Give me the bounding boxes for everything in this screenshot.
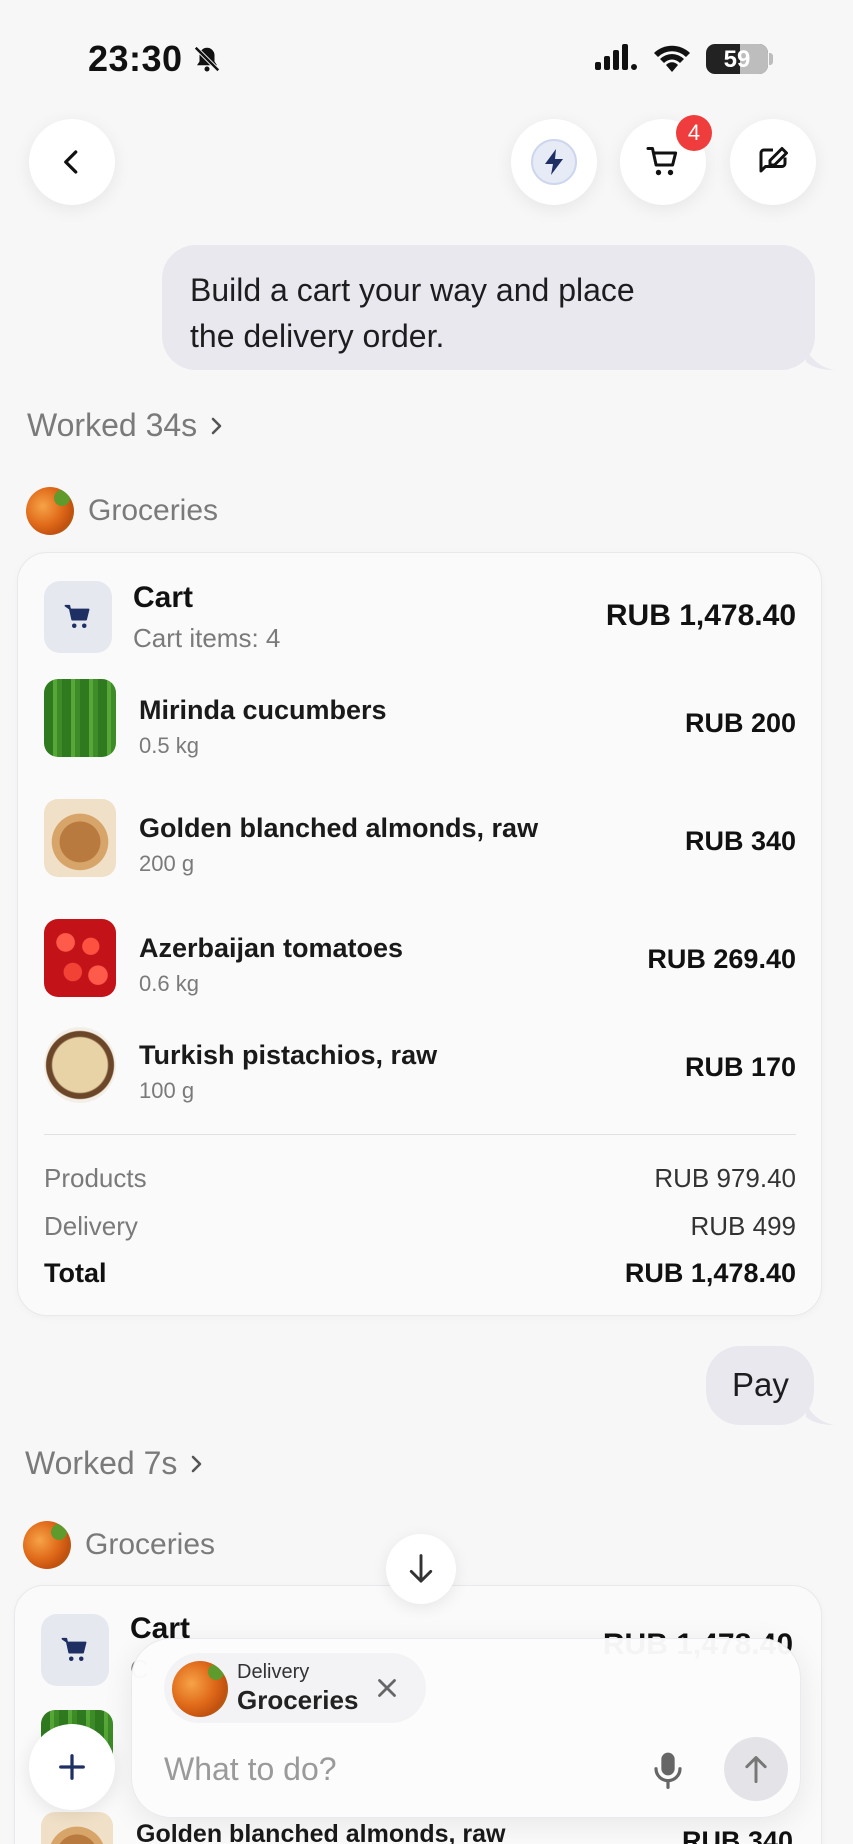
source-label: Groceries (85, 1528, 216, 1561)
battery-icon: 59 (706, 44, 768, 74)
status-bar: 23:30 59 (0, 0, 853, 110)
status-time: 23:30 (88, 38, 183, 79)
source-label: Groceries (88, 494, 219, 527)
scroll-down-button[interactable] (386, 1534, 456, 1604)
arrow-up-icon (745, 1756, 767, 1784)
item-price: RUB 340 (681, 1826, 793, 1844)
cucumbers-image (44, 679, 116, 757)
cart-card-icon (44, 581, 112, 653)
bell-muted-icon (194, 46, 220, 72)
tomatoes-image (44, 919, 116, 997)
bubble-tail (806, 348, 834, 370)
cart-card: Cart Cart items: 4 RUB 1,478.40 Mirinda … (17, 552, 822, 1316)
edit-icon (759, 147, 788, 173)
send-button[interactable] (724, 1737, 788, 1801)
item-qty: 200 g (139, 851, 195, 876)
item-qty: 100 g (139, 1078, 195, 1103)
chip-caption: Delivery (237, 1661, 310, 1683)
total-label: Total (44, 1258, 107, 1288)
worked-summary[interactable]: Worked 7s (25, 1445, 207, 1482)
user-message: Build a cart your way and place the deli… (162, 245, 815, 370)
lightning-icon (545, 149, 563, 175)
bubble-tail (806, 1403, 834, 1425)
message-input[interactable]: What to do? (164, 1751, 337, 1788)
quick-action-button[interactable] (511, 119, 597, 205)
delivery-label: Delivery (44, 1211, 138, 1241)
microphone-icon[interactable] (652, 1750, 684, 1790)
cart-count-badge: 4 (676, 115, 712, 151)
close-icon[interactable] (372, 1673, 402, 1703)
cart-icon (646, 147, 678, 176)
chevron-right-icon (211, 417, 222, 434)
item-qty: 0.5 kg (139, 733, 199, 758)
item-price: RUB 200 (684, 708, 796, 738)
composer: Delivery Groceries What to do? (131, 1638, 801, 1818)
cart-icon (64, 604, 90, 628)
arrow-down-icon (409, 1554, 433, 1583)
cart-card-icon (41, 1614, 109, 1686)
item-price: RUB 269.40 (647, 944, 796, 974)
context-chip[interactable]: Delivery Groceries (164, 1653, 426, 1723)
back-button[interactable] (29, 119, 115, 205)
item-price: RUB 170 (684, 1052, 796, 1082)
chevron-right-icon (192, 1455, 202, 1472)
divider (44, 1134, 796, 1135)
products-label: Products (44, 1163, 147, 1193)
item-name: Azerbaijan tomatoes (139, 933, 404, 963)
groceries-source: Groceries (26, 487, 218, 535)
almonds-image (44, 799, 116, 877)
battery-level: 59 (723, 46, 751, 73)
almonds-image (41, 1812, 113, 1844)
chevron-left-icon (64, 150, 78, 174)
pistachios-image (44, 1027, 116, 1103)
plus-icon (59, 1754, 85, 1780)
groceries-avatar (172, 1661, 228, 1717)
worked-label: Worked 34s (27, 407, 198, 443)
worked-label: Worked 7s (25, 1445, 178, 1481)
total-value: RUB 1,478.40 (624, 1258, 796, 1288)
signal-icon (595, 44, 637, 70)
chip-title: Groceries (237, 1685, 359, 1715)
groceries-avatar (23, 1521, 71, 1569)
item-price: RUB 340 (684, 826, 796, 856)
item-qty: 0.6 kg (139, 971, 199, 996)
cart-title: Cart (133, 581, 194, 614)
add-button[interactable] (29, 1724, 115, 1810)
cart-subtitle: Cart items: 4 (133, 623, 281, 653)
worked-summary[interactable]: Worked 34s (27, 407, 227, 444)
cart-total: RUB 1,478.40 (605, 599, 796, 632)
wifi-icon (654, 45, 690, 72)
groceries-avatar (26, 487, 74, 535)
user-message: Pay (706, 1346, 814, 1425)
products-value: RUB 979.40 (654, 1163, 796, 1193)
item-name: Golden blanched almonds, raw (139, 813, 539, 843)
item-name: Turkish pistachios, raw (139, 1040, 438, 1070)
new-chat-button[interactable] (730, 119, 816, 205)
user-message-line: Build a cart your way and place (190, 272, 635, 308)
groceries-source: Groceries (23, 1521, 215, 1569)
delivery-value: RUB 499 (690, 1211, 797, 1241)
item-name: Mirinda cucumbers (139, 695, 387, 725)
item-name: Golden blanched almonds, raw (136, 1820, 506, 1844)
cart-icon (61, 1637, 87, 1661)
user-message-line: the delivery order. (190, 318, 445, 354)
